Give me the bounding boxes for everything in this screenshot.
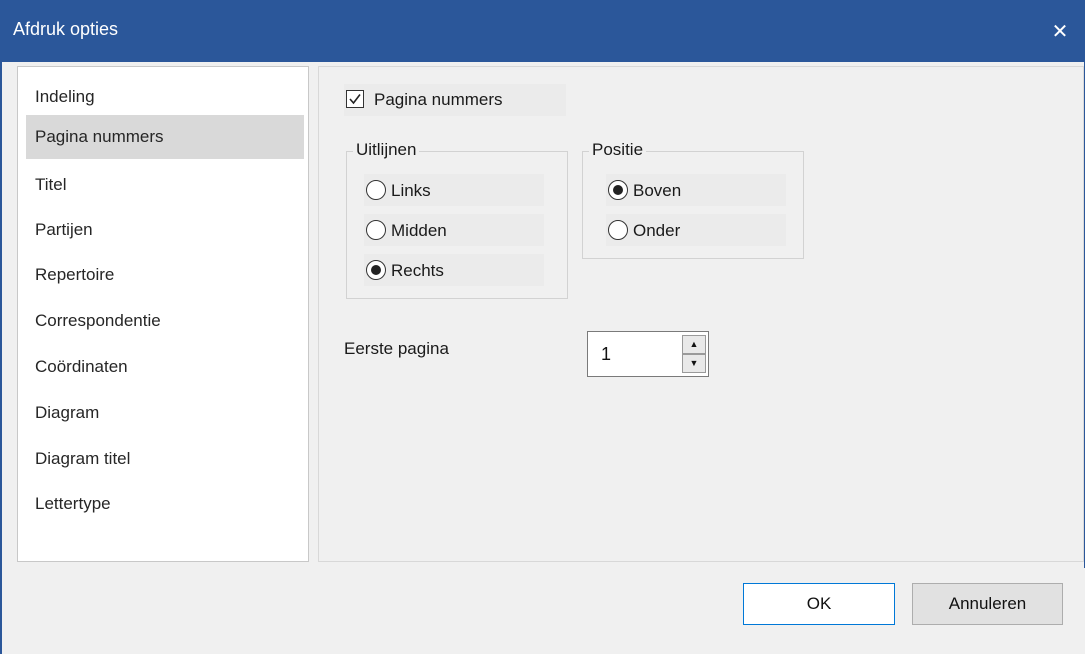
radio-boven[interactable]	[608, 180, 628, 200]
radio-row-links[interactable]: Links	[364, 174, 544, 206]
radio-rechts-label: Rechts	[391, 261, 444, 280]
sidebar-item-pagina-nummers[interactable]: Pagina nummers	[26, 115, 304, 159]
position-group-title: Positie	[589, 140, 647, 160]
radio-row-boven[interactable]: Boven	[606, 174, 786, 206]
align-group: Uitlijnen Links Midden Rechts	[346, 140, 568, 299]
sidebar-item-coordinaten[interactable]: Coördinaten	[26, 345, 304, 389]
sidebar-item-indeling[interactable]: Indeling	[26, 75, 304, 119]
first-page-label: Eerste pagina	[344, 339, 449, 358]
print-options-dialog: Afdruk opties ✕ Indeling Pagina nummers …	[0, 0, 1085, 654]
radio-links-label: Links	[391, 181, 431, 200]
page-numbers-checkbox-label: Pagina nummers	[374, 90, 503, 109]
sidebar-item-titel[interactable]: Titel	[26, 163, 304, 207]
cancel-button[interactable]: Annuleren	[912, 583, 1063, 625]
sidebar-item-diagram-titel[interactable]: Diagram titel	[26, 437, 304, 481]
sidebar-item-lettertype[interactable]: Lettertype	[26, 482, 304, 526]
checkmark-icon	[349, 94, 361, 105]
page-numbers-checkbox-row[interactable]: Pagina nummers	[344, 84, 566, 116]
first-page-stepper: ▲ ▼	[587, 331, 709, 377]
page-numbers-panel: Pagina nummers Uitlijnen Links Midden Re…	[318, 66, 1084, 562]
radio-row-midden[interactable]: Midden	[364, 214, 544, 246]
sidebar-item-correspondentie[interactable]: Correspondentie	[26, 299, 304, 343]
stepper-up-icon[interactable]: ▲	[682, 335, 706, 354]
radio-onder[interactable]	[608, 220, 628, 240]
radio-midden[interactable]	[366, 220, 386, 240]
radio-boven-label: Boven	[633, 181, 682, 200]
radio-onder-label: Onder	[633, 221, 681, 240]
radio-midden-label: Midden	[391, 221, 447, 240]
radio-rechts[interactable]	[366, 260, 386, 280]
close-icon[interactable]: ✕	[1042, 18, 1078, 46]
sidebar-item-repertoire[interactable]: Repertoire	[26, 253, 304, 297]
dialog-footer: OK Annuleren	[2, 568, 1085, 654]
radio-row-onder[interactable]: Onder	[606, 214, 786, 246]
title-bar[interactable]: Afdruk opties ✕	[2, 0, 1085, 62]
sidebar-item-diagram[interactable]: Diagram	[26, 391, 304, 435]
align-group-title: Uitlijnen	[353, 140, 420, 160]
position-group: Positie Boven Onder	[582, 140, 804, 259]
options-category-list: Indeling Pagina nummers Titel Partijen R…	[17, 66, 309, 562]
radio-links[interactable]	[366, 180, 386, 200]
page-numbers-checkbox[interactable]	[346, 90, 364, 108]
window-title: Afdruk opties	[13, 19, 119, 39]
first-page-input[interactable]	[589, 333, 679, 375]
radio-row-rechts[interactable]: Rechts	[364, 254, 544, 286]
stepper-down-icon[interactable]: ▼	[682, 354, 706, 373]
sidebar-item-partijen[interactable]: Partijen	[26, 208, 304, 252]
ok-button[interactable]: OK	[743, 583, 895, 625]
